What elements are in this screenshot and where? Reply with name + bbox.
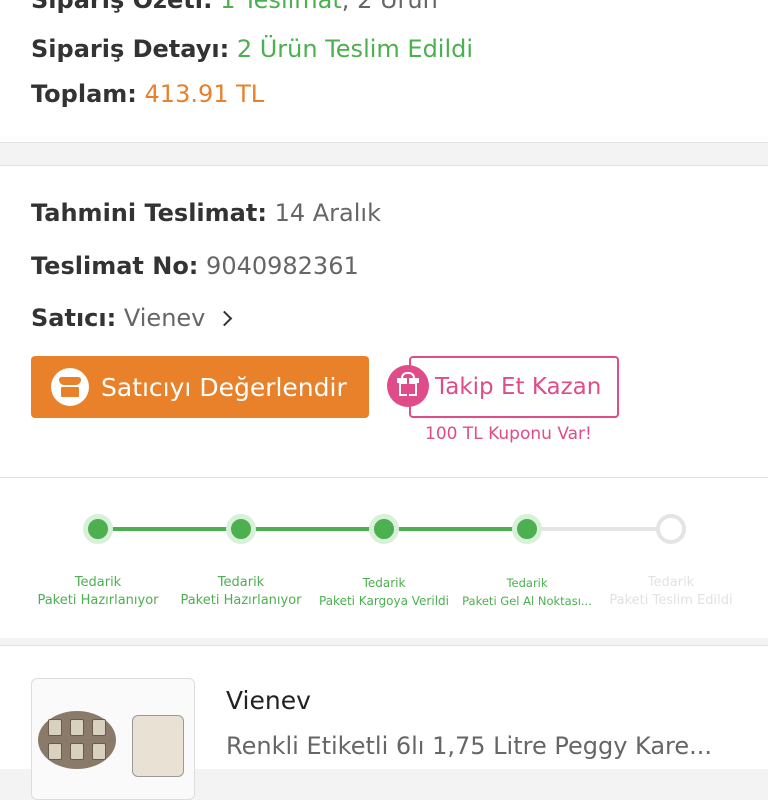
progress-line-done (98, 527, 526, 531)
estimated-delivery-value: 14 Aralık (274, 199, 381, 227)
order-detail-value: 2 Ürün Teslim Edildi (236, 35, 474, 63)
order-summary-separator: , (341, 0, 350, 14)
step-dot-3 (369, 514, 399, 544)
step-dot-5 (656, 514, 686, 544)
product-seller: Vienev (226, 686, 311, 715)
progress-line-remaining (526, 527, 671, 531)
total-row: Toplam: 413.91 TL (31, 80, 264, 108)
total-value: 413.91 TL (144, 80, 265, 108)
product-name[interactable]: Renkli Etiketli 6lı 1,75 Litre Peggy Kar… (226, 732, 736, 760)
order-summary-card: Sipariş Özeti: 1 Teslimat, 2 Ürün Sipari… (0, 0, 768, 143)
step-label-2: Tedarik Paketi Hazırlanıyor (180, 575, 302, 608)
step-dot-2 (226, 514, 256, 544)
follow-and-win-label: Takip Et Kazan (435, 374, 602, 400)
order-summary-items: 2 Ürün (357, 0, 438, 14)
step-label-3: Tedarik Paketi Kargoya Verildi (319, 576, 449, 608)
follow-and-win-button[interactable]: Takip Et Kazan (409, 356, 619, 418)
delivery-no-row: Teslimat No: 9040982361 (31, 252, 359, 280)
gift-icon (387, 365, 429, 407)
estimated-delivery-label: Tahmini Teslimat: (31, 199, 267, 227)
seller-label: Satıcı: (31, 304, 117, 332)
rate-seller-label: Satıcıyı Değerlendir (101, 372, 347, 402)
seller-value: Vienev (123, 304, 206, 332)
step-label-1: Tedarik Paketi Hazırlanıyor (37, 575, 159, 608)
chevron-right-icon (216, 310, 233, 327)
step-label-4: Tedarik Paketi Gel Al Noktası... (462, 576, 592, 608)
product-card[interactable]: Vienev Renkli Etiketli 6lı 1,75 Litre Pe… (0, 645, 768, 800)
order-detail-label: Sipariş Detayı: (31, 35, 230, 63)
order-summary-label: Sipariş Özeti: (31, 0, 213, 14)
order-summary-shipments: 1 Teslimat (220, 0, 342, 14)
step-dot-1 (83, 514, 113, 544)
order-summary-row: Sipariş Özeti: 1 Teslimat, 2 Ürün (31, 0, 438, 14)
product-thumbnail[interactable] (31, 678, 195, 800)
delivery-card: Tahmini Teslimat: 14 Aralık Teslimat No:… (0, 165, 768, 478)
delivery-no-label: Teslimat No: (31, 252, 199, 280)
shipment-tracking: Tedarik Paketi Hazırlanıyor Tedarik Paketi… (0, 478, 768, 638)
total-label: Toplam: (31, 80, 137, 108)
seller-link[interactable]: Satıcı: Vienev (31, 304, 233, 332)
coupon-text: 100 TL Kuponu Var! (425, 424, 592, 444)
store-icon (51, 368, 89, 406)
rate-seller-button[interactable]: Satıcıyı Değerlendir (31, 356, 369, 418)
step-label-5: Tedarik Paketi Teslim Edildi (609, 575, 733, 608)
delivery-no-value: 9040982361 (206, 252, 359, 280)
order-detail-row: Sipariş Detayı: 2 Ürün Teslim Edildi (31, 35, 473, 63)
step-dot-4 (512, 514, 542, 544)
estimated-delivery-row: Tahmini Teslimat: 14 Aralık (31, 199, 381, 227)
